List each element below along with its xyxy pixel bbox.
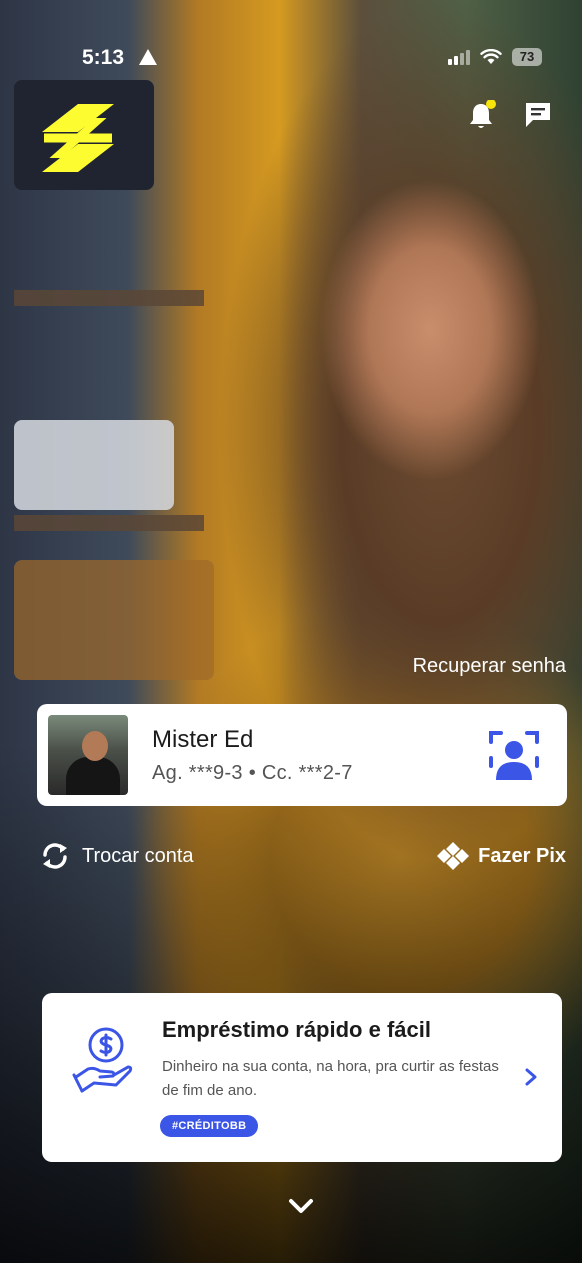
login-screen: 5:13 73 Recuperar senha Mister Ed Ag. **… bbox=[0, 0, 582, 1263]
pix-icon bbox=[437, 842, 470, 870]
account-details: Ag. ***9-3 • Cc. ***2-7 bbox=[152, 762, 353, 784]
switch-account-label: Trocar conta bbox=[82, 844, 194, 867]
account-card[interactable]: Mister Ed Ag. ***9-3 • Cc. ***2-7 bbox=[37, 704, 567, 806]
promo-title: Empréstimo rápido e fácil bbox=[162, 1017, 431, 1042]
chevron-down-icon[interactable] bbox=[287, 1196, 315, 1216]
wifi-icon bbox=[480, 49, 502, 64]
face-id-icon[interactable] bbox=[487, 728, 541, 782]
refresh-icon bbox=[43, 843, 67, 869]
cellular-signal-icon bbox=[448, 49, 470, 65]
status-time: 5:13 bbox=[82, 46, 125, 69]
promo-tag-badge: #CRÉDITOBB bbox=[160, 1115, 259, 1137]
account-name: Mister Ed bbox=[152, 726, 254, 753]
bb-logo-icon bbox=[42, 104, 114, 172]
pix-label: Fazer Pix bbox=[478, 844, 566, 867]
promo-card[interactable]: Empréstimo rápido e fácil Dinheiro na su… bbox=[42, 993, 562, 1162]
chat-icon[interactable] bbox=[523, 100, 553, 130]
avatar bbox=[48, 715, 128, 795]
money-hand-icon bbox=[72, 1027, 133, 1093]
status-bar: 5:13 73 bbox=[0, 46, 582, 76]
pix-button[interactable]: Fazer Pix bbox=[436, 840, 566, 872]
recover-password-link[interactable]: Recuperar senha bbox=[413, 655, 566, 678]
battery-indicator: 73 bbox=[512, 48, 542, 66]
bell-icon[interactable] bbox=[466, 100, 496, 130]
switch-account-button[interactable]: Trocar conta bbox=[40, 840, 194, 872]
chevron-right-icon[interactable] bbox=[522, 1067, 540, 1087]
promo-description: Dinheiro na sua conta, na hora, pra curt… bbox=[162, 1058, 499, 1099]
location-icon bbox=[139, 49, 157, 65]
